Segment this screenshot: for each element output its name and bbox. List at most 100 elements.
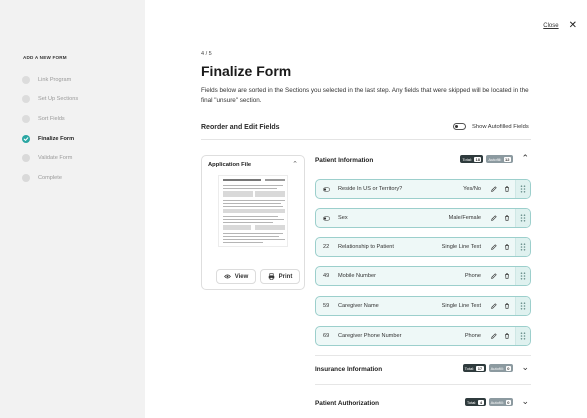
step-label: Validate Form <box>38 155 73 162</box>
step-label: Sort Fields <box>38 115 65 122</box>
edit-icon[interactable] <box>487 244 500 250</box>
step-sort-fields[interactable]: Sort Fields <box>22 109 78 129</box>
panel-name: Patient Information <box>315 156 374 164</box>
show-autofilled-toggle[interactable] <box>453 123 466 130</box>
divider <box>201 139 531 140</box>
field-type: Single Line Text <box>441 303 481 309</box>
step-label: Finalize Form <box>38 135 75 142</box>
step-validate-form[interactable]: Validate Form <box>22 148 78 168</box>
drag-handle-icon[interactable] <box>515 297 530 315</box>
panel-name: Patient Authorization <box>315 399 380 407</box>
drag-handle-icon[interactable] <box>515 238 530 256</box>
drag-handle-icon[interactable] <box>515 180 530 198</box>
step-counter: 4 / 5 <box>201 51 212 57</box>
step-complete[interactable]: Complete <box>22 168 78 188</box>
field-name: Reside In US or Territory? <box>338 186 403 192</box>
edit-icon[interactable] <box>487 273 500 279</box>
field-type: Phone <box>464 333 481 339</box>
chevron-up-icon[interactable]: ⌃ <box>521 153 529 164</box>
panel-badges: Total: 17 Autofill: 0 <box>460 364 513 372</box>
total-badge: Total: 18 <box>460 155 484 163</box>
sidebar-heading: ADD A NEW FORM <box>23 55 67 60</box>
trash-icon[interactable] <box>500 244 513 250</box>
step-finalize-form[interactable]: Finalize Form <box>22 129 78 149</box>
printer-icon <box>268 273 274 280</box>
panel-badges: Total: 4 Autofill: 0 <box>462 398 513 406</box>
step-list: Link Program Set Up Sections Sort Fields… <box>22 70 78 188</box>
trash-icon[interactable] <box>500 273 513 279</box>
edit-icon[interactable] <box>487 333 500 339</box>
chevron-down-icon[interactable]: ⌄ <box>521 362 529 373</box>
application-file-title: Application File <box>208 162 252 168</box>
eye-icon <box>223 274 231 279</box>
chevron-down-icon[interactable]: ⌄ <box>521 396 529 407</box>
divider <box>315 355 531 356</box>
field-type: Phone <box>464 273 481 279</box>
page-title: Finalize Form <box>201 63 292 79</box>
print-label: Print <box>278 273 293 280</box>
document-thumbnail <box>218 175 288 247</box>
checkmark-icon <box>22 134 30 143</box>
trash-icon[interactable] <box>500 186 513 192</box>
drag-handle-icon[interactable] <box>515 327 530 345</box>
toggle-field-icon <box>316 187 338 192</box>
autofill-badge: Autofill: 12 <box>486 155 513 163</box>
application-file-card: Application File ⌃ View Print <box>201 155 305 290</box>
chevron-up-icon[interactable]: ⌃ <box>292 160 298 168</box>
trash-icon[interactable] <box>500 303 513 309</box>
drag-handle-icon[interactable] <box>515 209 530 227</box>
field-number: 69 <box>323 333 330 339</box>
view-button[interactable]: View <box>216 269 256 284</box>
panel-header[interactable]: Patient Information Total: 18 Autofill: 12… <box>315 153 531 167</box>
field-name: Mobile Number <box>338 273 376 279</box>
divider <box>315 384 531 385</box>
field-row[interactable]: 59 Caregiver Name Single Line Text <box>315 296 531 316</box>
step-status-icon <box>22 173 30 182</box>
sidebar: ADD A NEW FORM Link Program Set Up Secti… <box>0 0 145 418</box>
toggle-field-icon <box>316 216 338 221</box>
field-number: 49 <box>323 273 330 279</box>
autofill-toggle-group: Show Autofilled Fields <box>453 123 529 130</box>
step-status-icon <box>22 114 30 123</box>
section-title: Reorder and Edit Fields <box>201 124 280 131</box>
panel-name: Insurance Information <box>315 365 383 373</box>
step-label: Set Up Sections <box>38 96 79 103</box>
field-row[interactable]: 69 Caregiver Phone Number Phone <box>315 326 531 346</box>
step-label: Link Program <box>38 76 72 83</box>
trash-icon[interactable] <box>500 215 513 221</box>
total-badge: Total: 4 <box>464 398 486 406</box>
step-set-up-sections[interactable]: Set Up Sections <box>22 90 78 110</box>
panel-header[interactable]: Patient Authorization Total: 4 Autofill: 0… <box>315 396 531 410</box>
toggle-label: Show Autofilled Fields <box>472 123 529 130</box>
step-status-icon <box>22 95 30 104</box>
view-label: View <box>234 273 249 280</box>
panel-header[interactable]: Insurance Information Total: 17 Autofill:… <box>315 362 531 376</box>
autofill-badge: Autofill: 0 <box>488 398 513 406</box>
page-description: Fields below are sorted in the Sections … <box>201 87 529 104</box>
field-type: Single Line Text <box>441 244 481 250</box>
field-row[interactable]: Reside In US or Territory? Yes/No <box>315 179 531 199</box>
field-type: Yes/No <box>463 186 481 192</box>
field-name: Caregiver Name <box>338 303 379 309</box>
step-link-program[interactable]: Link Program <box>22 70 78 90</box>
field-name: Relationship to Patient <box>338 244 394 250</box>
field-type: Male/Female <box>448 215 481 221</box>
field-number: 22 <box>323 244 330 250</box>
print-button[interactable]: Print <box>260 269 300 284</box>
step-status-icon <box>22 154 30 163</box>
edit-icon[interactable] <box>487 215 500 221</box>
step-label: Complete <box>38 174 62 181</box>
trash-icon[interactable] <box>500 333 513 339</box>
field-name: Caregiver Phone Number <box>338 333 402 339</box>
edit-icon[interactable] <box>487 186 500 192</box>
drag-handle-icon[interactable] <box>515 267 530 285</box>
close-icon[interactable]: ✕ <box>569 21 577 31</box>
autofill-badge: Autofill: 0 <box>488 364 513 372</box>
field-row[interactable]: Sex Male/Female <box>315 208 531 228</box>
edit-icon[interactable] <box>487 303 500 309</box>
field-row[interactable]: 22 Relationship to Patient Single Line T… <box>315 237 531 257</box>
field-row[interactable]: 49 Mobile Number Phone <box>315 266 531 286</box>
total-badge: Total: 17 <box>462 364 486 372</box>
close-area: Close ✕ <box>543 21 577 31</box>
close-link[interactable]: Close <box>543 23 558 29</box>
